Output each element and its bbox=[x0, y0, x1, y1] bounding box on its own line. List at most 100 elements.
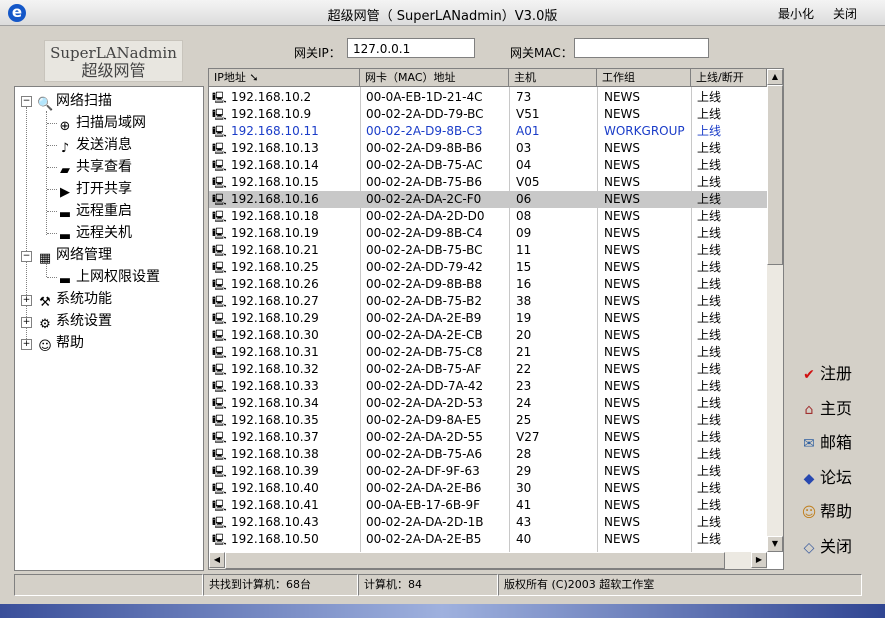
table-row[interactable]: 🖳 192.168.10.50 00-02-2A-DA-2E-B5 40 NEWS 上线 bbox=[209, 531, 767, 548]
cell-workgroup: NEWS bbox=[604, 226, 641, 240]
table-row[interactable]: 🖳 192.168.10.2 00-0A-EB-1D-21-4C 73 NEWS 上线 bbox=[209, 89, 767, 106]
table-row[interactable]: 🖳 192.168.10.21 00-02-2A-DB-75-BC 11 NEWS 上线 bbox=[209, 242, 767, 259]
table-row[interactable]: 🖳 192.168.10.30 00-02-2A-DA-2E-CB 20 NEWS 上线 bbox=[209, 327, 767, 344]
table-row[interactable]: 🖳 192.168.10.41 00-0A-EB-17-6B-9F 41 NEWS 上线 bbox=[209, 497, 767, 514]
table-row[interactable]: 🖳 192.168.10.31 00-02-2A-DB-75-C8 21 NEWS 上线 bbox=[209, 344, 767, 361]
table-row[interactable]: 🖳 192.168.10.33 00-02-2A-DD-7A-42 23 NEWS 上线 bbox=[209, 378, 767, 395]
scroll-left-button[interactable]: ◀ bbox=[209, 552, 225, 568]
tree-item-help[interactable]: ☺ 帮助 bbox=[37, 333, 84, 354]
horizontal-scroll-thumb[interactable] bbox=[225, 552, 725, 569]
table-row[interactable]: 🖳 192.168.10.13 00-02-2A-D9-8B-B6 03 NEWS 上线 bbox=[209, 140, 767, 157]
computer-icon: 🖳 bbox=[212, 363, 227, 376]
tree-item-network-management[interactable]: ▦ 网络管理 bbox=[37, 245, 112, 266]
scroll-right-button[interactable]: ▶ bbox=[751, 552, 767, 568]
column-header-host[interactable]: 主机 bbox=[509, 69, 597, 87]
scroll-up-button[interactable]: ▲ bbox=[767, 69, 783, 85]
cell-ip: 192.168.10.25 bbox=[231, 260, 319, 274]
expand-toggle[interactable]: + bbox=[21, 317, 32, 328]
vertical-scrollbar[interactable]: ▲ ▼ bbox=[767, 69, 783, 552]
cell-mac: 00-02-2A-D9-8B-B8 bbox=[366, 277, 482, 291]
cell-ip: 192.168.10.26 bbox=[231, 277, 319, 291]
minimize-button[interactable]: 最小化 bbox=[778, 5, 814, 22]
mailbox-button[interactable]: ✉ 邮箱 bbox=[800, 431, 852, 455]
table-row[interactable]: 🖳 192.168.10.26 00-02-2A-D9-8B-B8 16 NEWS 上线 bbox=[209, 276, 767, 293]
cell-status: 上线 bbox=[697, 192, 722, 206]
tree-item-scan-lan[interactable]: ⊕ 扫描局域网 bbox=[57, 113, 146, 134]
horizontal-scrollbar[interactable]: ◀ ▶ bbox=[209, 552, 767, 569]
status-copyright: 版权所有 (C)2003 超软工作室 bbox=[498, 574, 862, 596]
tree-item-internet-permission[interactable]: ▬ 上网权限设置 bbox=[57, 267, 160, 288]
forum-icon: ◆ bbox=[803, 471, 815, 487]
table-row[interactable]: 🖳 192.168.10.16 00-02-2A-DA-2C-F0 06 NEWS 上线 bbox=[209, 191, 767, 208]
tree-item-remote-restart[interactable]: ▬ 远程重启 bbox=[57, 201, 132, 222]
cell-mac: 00-0A-EB-17-6B-9F bbox=[366, 498, 480, 512]
table-row[interactable]: 🖳 192.168.10.39 00-02-2A-DF-9F-63 29 NEWS 上线 bbox=[209, 463, 767, 480]
tree-line bbox=[47, 233, 57, 234]
cell-ip: 192.168.10.14 bbox=[231, 158, 319, 172]
tree-item-system-functions[interactable]: ⚒ 系统功能 bbox=[37, 289, 112, 310]
help-person-icon: ☺ bbox=[38, 339, 52, 354]
table-row[interactable]: 🖳 192.168.10.32 00-02-2A-DB-75-AF 22 NEWS 上线 bbox=[209, 361, 767, 378]
cell-workgroup: NEWS bbox=[604, 328, 641, 342]
column-header-ip[interactable]: IP地址 ➘ bbox=[209, 69, 360, 87]
table-row[interactable]: 🖳 192.168.10.35 00-02-2A-D9-8A-E5 25 NEWS 上线 bbox=[209, 412, 767, 429]
table-row[interactable]: 🖳 192.168.10.37 00-02-2A-DA-2D-55 V27 NEWS 上线 bbox=[209, 429, 767, 446]
tree-item-label: 远程关机 bbox=[76, 225, 132, 241]
close-window-button[interactable]: 关闭 bbox=[833, 5, 857, 22]
tree-item-label: 上网权限设置 bbox=[76, 269, 160, 285]
table-row[interactable]: 🖳 192.168.10.29 00-02-2A-DA-2E-B9 19 NEWS 上线 bbox=[209, 310, 767, 327]
cell-status: 上线 bbox=[697, 328, 722, 342]
cell-status: 上线 bbox=[697, 226, 722, 240]
gateway-mac-field[interactable] bbox=[574, 38, 709, 58]
table-row[interactable]: 🖳 192.168.10.15 00-02-2A-DB-75-B6 V05 NEWS 上线 bbox=[209, 174, 767, 191]
cell-mac: 00-02-2A-DA-2D-1B bbox=[366, 515, 484, 529]
column-header-workgroup[interactable]: 工作组 bbox=[597, 69, 691, 87]
cell-host: 15 bbox=[516, 260, 532, 274]
table-row[interactable]: 🖳 192.168.10.38 00-02-2A-DB-75-A6 28 NEWS 上线 bbox=[209, 446, 767, 463]
register-button[interactable]: ✔ 注册 bbox=[800, 362, 852, 386]
forum-button[interactable]: ◆ 论坛 bbox=[800, 466, 852, 490]
cell-workgroup: NEWS bbox=[604, 209, 641, 223]
table-row[interactable]: 🖳 192.168.10.19 00-02-2A-D9-8B-C4 09 NEWS 上线 bbox=[209, 225, 767, 242]
tree-item-system-settings[interactable]: ⚙ 系统设置 bbox=[37, 311, 112, 332]
table-row[interactable]: 🖳 192.168.10.9 00-02-2A-DD-79-BC V51 NEWS 上线 bbox=[209, 106, 767, 123]
tree-item-remote-shutdown[interactable]: ▬ 远程关机 bbox=[57, 223, 132, 244]
table-row[interactable]: 🖳 192.168.10.11 00-02-2A-D9-8B-C3 A01 WORKGR… bbox=[209, 123, 767, 140]
cell-status: 上线 bbox=[697, 175, 722, 189]
table-row[interactable]: 🖳 192.168.10.34 00-02-2A-DA-2D-53 24 NEWS 上线 bbox=[209, 395, 767, 412]
cell-mac: 00-02-2A-DB-75-A6 bbox=[366, 447, 483, 461]
vertical-scroll-thumb[interactable] bbox=[767, 85, 783, 265]
column-header-mac[interactable]: 网卡（MAC）地址 bbox=[360, 69, 509, 87]
tree-item-open-share[interactable]: ▶ 打开共享 bbox=[57, 179, 132, 200]
cell-status: 上线 bbox=[697, 243, 722, 257]
cell-host: 30 bbox=[516, 481, 532, 495]
tree-item-view-share[interactable]: ▰ 共享查看 bbox=[57, 157, 132, 178]
gateway-ip-field[interactable]: 127.0.0.1 bbox=[347, 38, 475, 58]
mailbox-icon: ✉ bbox=[803, 436, 815, 452]
table-row[interactable]: 🖳 192.168.10.43 00-02-2A-DA-2D-1B 43 NEWS 上线 bbox=[209, 514, 767, 531]
tree-item-send-message[interactable]: ♪ 发送消息 bbox=[57, 135, 132, 156]
cell-workgroup: NEWS bbox=[604, 294, 641, 308]
collapse-toggle[interactable]: − bbox=[21, 251, 32, 262]
close-app-button[interactable]: ◇ 关闭 bbox=[800, 535, 852, 559]
table-row[interactable]: 🖳 192.168.10.18 00-02-2A-DA-2D-D0 08 NEWS 上线 bbox=[209, 208, 767, 225]
computer-icon: 🖳 bbox=[212, 295, 227, 308]
table-row[interactable]: 🖳 192.168.10.14 00-02-2A-DB-75-AC 04 NEWS 上线 bbox=[209, 157, 767, 174]
tree-item-network-scan[interactable]: 🔍 网络扫描 bbox=[37, 91, 112, 112]
title-bar[interactable]: e 超级网管（ SuperLANadmin）V3.0版 最小化 关闭 bbox=[0, 0, 885, 26]
homepage-button[interactable]: ⌂ 主页 bbox=[800, 397, 852, 421]
table-row[interactable]: 🖳 192.168.10.27 00-02-2A-DB-75-B2 38 NEWS 上线 bbox=[209, 293, 767, 310]
cell-workgroup: NEWS bbox=[604, 175, 641, 189]
tree-item-label: 发送消息 bbox=[76, 137, 132, 153]
expand-toggle[interactable]: + bbox=[21, 295, 32, 306]
cell-ip: 192.168.10.35 bbox=[231, 413, 319, 427]
collapse-toggle[interactable]: − bbox=[21, 96, 32, 107]
table-row[interactable]: 🖳 192.168.10.25 00-02-2A-DD-79-42 15 NEWS 上线 bbox=[209, 259, 767, 276]
help-button[interactable]: ☺ 帮助 bbox=[800, 500, 852, 524]
expand-toggle[interactable]: + bbox=[21, 339, 32, 350]
table-row[interactable]: 🖳 192.168.10.40 00-02-2A-DA-2E-B6 30 NEWS 上线 bbox=[209, 480, 767, 497]
scroll-down-button[interactable]: ▼ bbox=[767, 536, 783, 552]
cell-host: 38 bbox=[516, 294, 532, 308]
cell-host: 16 bbox=[516, 277, 532, 291]
column-header-status[interactable]: 上线/断开 bbox=[691, 69, 767, 87]
